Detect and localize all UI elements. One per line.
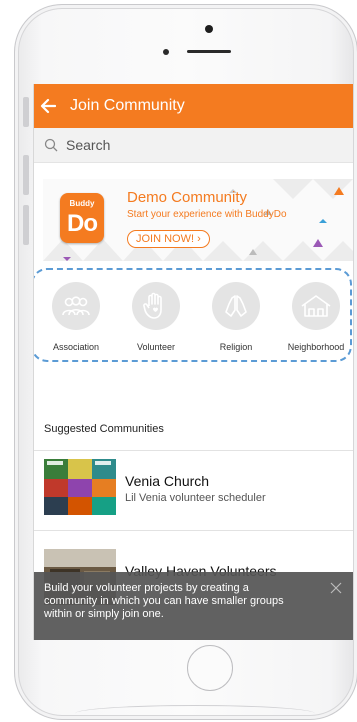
- community-row-venia-church[interactable]: Venia Church Lil Venia volunteer schedul…: [34, 451, 353, 515]
- people-icon: [52, 282, 100, 330]
- banner-title: Demo Community: [127, 189, 248, 206]
- praying-hands-icon: [212, 282, 260, 330]
- divider: [34, 530, 353, 531]
- onboarding-toast: Build your volunteer projects by creatin…: [34, 572, 353, 640]
- toast-message: Build your volunteer projects by creatin…: [44, 582, 284, 620]
- volume-up-button: [23, 155, 29, 195]
- app-bar: Join Community: [34, 84, 353, 128]
- home-button[interactable]: [187, 645, 233, 691]
- category-label: Association: [52, 342, 100, 352]
- community-description: Lil Venia volunteer scheduler: [125, 492, 266, 504]
- back-arrow-icon[interactable]: [40, 98, 56, 114]
- join-now-button[interactable]: JOIN NOW! ›: [127, 230, 210, 248]
- hand-heart-icon: [132, 282, 180, 330]
- community-thumbnail: [44, 459, 116, 515]
- banner-subtitle: Start your experience with BuddyDo: [127, 209, 287, 220]
- community-name: Venia Church: [125, 473, 210, 489]
- category-religion[interactable]: Religion: [195, 270, 277, 352]
- phone-bottom-edge: [75, 705, 315, 722]
- suggested-communities-heading: Suggested Communities: [44, 423, 164, 435]
- close-icon[interactable]: [329, 581, 343, 595]
- demo-community-banner[interactable]: Buddy Do Demo Community Start your exper…: [43, 179, 353, 261]
- category-association[interactable]: Association: [35, 270, 117, 352]
- logo-top-text: Buddy: [69, 199, 95, 208]
- category-label: Religion: [219, 342, 253, 352]
- buddydo-logo: Buddy Do: [60, 193, 104, 243]
- category-label: Volunteer: [136, 342, 176, 352]
- front-camera: [205, 25, 213, 33]
- page-title: Join Community: [70, 97, 185, 114]
- volume-down-button: [23, 205, 29, 245]
- category-neighborhood[interactable]: Neighborhood: [275, 270, 353, 352]
- search-input[interactable]: [66, 137, 316, 153]
- mute-switch: [23, 97, 29, 127]
- sensor-dot: [163, 49, 169, 55]
- category-label: Neighborhood: [287, 342, 345, 352]
- logo-main-text: Do: [67, 210, 98, 237]
- category-volunteer[interactable]: Volunteer: [115, 270, 197, 352]
- category-selector: Association Volunteer Religion Neighborh…: [34, 268, 353, 362]
- search-icon: [44, 138, 58, 152]
- earpiece-speaker: [187, 50, 231, 53]
- houses-icon: [292, 282, 340, 330]
- app-screen: Join Community Buddy Do: [33, 84, 353, 640]
- search-bar[interactable]: [34, 128, 353, 163]
